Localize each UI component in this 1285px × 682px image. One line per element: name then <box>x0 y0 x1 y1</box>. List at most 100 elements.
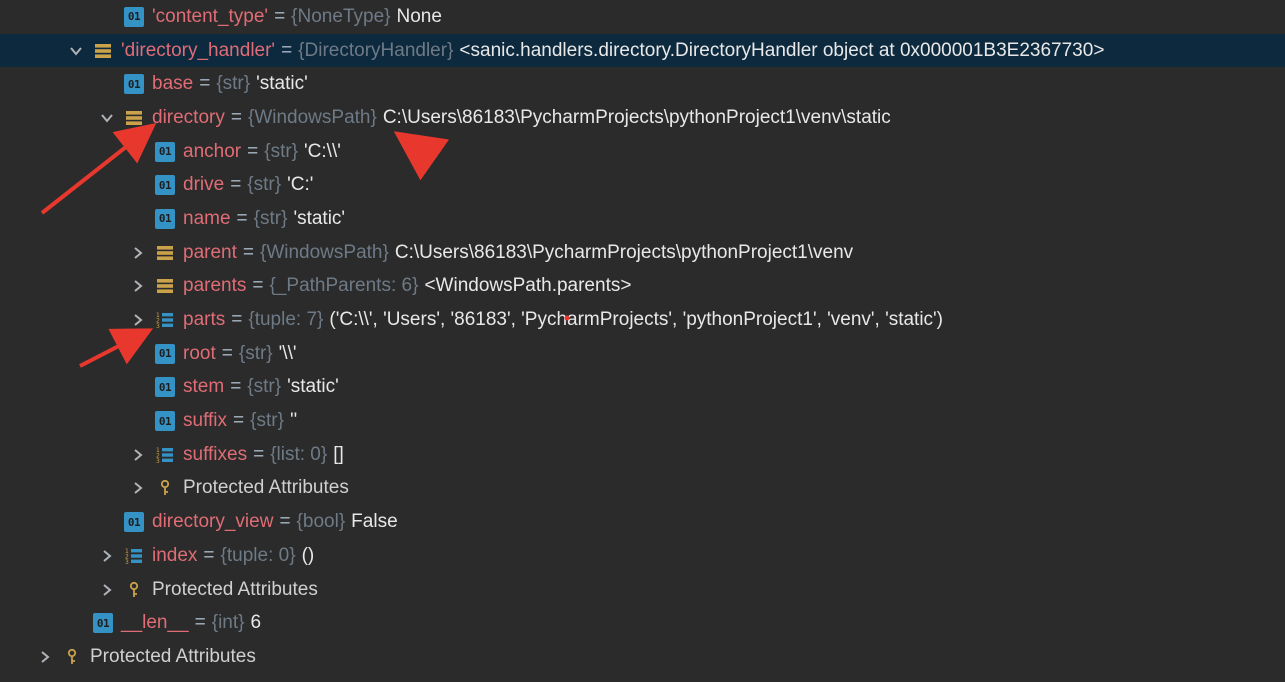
equals-sign: = <box>281 39 293 61</box>
variable-row[interactable]: 01 root = {str} '\\' <box>0 337 1285 371</box>
variable-type: {int} <box>211 612 245 634</box>
object-icon <box>155 243 175 263</box>
variable-type: {NoneType} <box>291 5 391 27</box>
variable-row[interactable]: Protected Attributes <box>0 472 1285 506</box>
chevron-down-icon[interactable] <box>65 40 87 62</box>
chevron-down-icon[interactable] <box>96 107 118 129</box>
svg-text:3: 3 <box>125 559 129 566</box>
variable-name: root <box>183 342 216 364</box>
variable-name: 'content_type' <box>152 5 269 27</box>
equals-sign: = <box>242 241 254 263</box>
variable-row[interactable]: directory = {WindowsPath} C:\Users\86183\Py… <box>0 101 1285 135</box>
variable-row[interactable]: 01 suffix = {str} '' <box>0 404 1285 438</box>
variable-row[interactable]: 'directory_handler' = {DirectoryHandler} <s… <box>0 33 1285 68</box>
chevron-right-icon[interactable] <box>96 579 118 601</box>
equals-sign: = <box>252 275 264 297</box>
equals-sign: = <box>194 612 206 634</box>
variable-row[interactable]: 01 anchor = {str} 'C:\\' <box>0 135 1285 169</box>
list-icon: 123 <box>155 445 175 465</box>
variable-type: {str} <box>216 73 251 95</box>
variable-row[interactable]: 01 base = {str}'static' <box>0 67 1285 101</box>
variable-name: suffixes <box>183 443 248 465</box>
primitive-value-icon: 01 <box>124 6 144 27</box>
chevron-right-icon[interactable] <box>127 309 149 331</box>
variable-name: stem <box>183 376 225 398</box>
variable-row[interactable]: Protected Attributes <box>0 640 1285 674</box>
chevron-right-icon[interactable] <box>127 275 149 297</box>
variable-value: 'static' <box>287 376 339 398</box>
variable-type: {tuple: 0} <box>220 544 296 566</box>
key-icon <box>155 478 175 498</box>
variable-type: {list: 0} <box>270 443 328 465</box>
variable-value: False <box>351 511 398 533</box>
variable-value: 'C:' <box>287 174 314 196</box>
variable-row[interactable]: 01 drive = {str} 'C:' <box>0 168 1285 202</box>
variable-name: parts <box>183 309 226 331</box>
variable-type: {tuple: 7} <box>248 309 324 331</box>
variable-name: __len__ <box>121 612 189 634</box>
variable-name: suffix <box>183 410 228 432</box>
variable-type: {bool} <box>296 511 346 533</box>
variable-name: name <box>183 207 231 229</box>
object-icon <box>93 41 113 61</box>
variable-type: {str} <box>238 342 273 364</box>
variable-type: {WindowsPath} <box>247 106 377 128</box>
variable-type: {str} <box>247 174 282 196</box>
variable-value: 'static' <box>256 73 308 95</box>
equals-sign: = <box>279 511 291 533</box>
variable-type: {WindowsPath} <box>259 241 389 263</box>
equals-sign: = <box>231 309 243 331</box>
protected-attributes-label: Protected Attributes <box>90 645 256 667</box>
variable-value: () <box>301 544 315 566</box>
variable-name: anchor <box>183 140 242 162</box>
primitive-value-icon: 01 <box>124 74 144 95</box>
key-icon <box>124 580 144 600</box>
equals-sign: = <box>199 73 211 95</box>
equals-sign: = <box>233 410 245 432</box>
variable-name: 'directory_handler' <box>121 39 276 61</box>
variable-row[interactable]: 1 2 3 suffixes = {list: 0}[] <box>0 438 1285 472</box>
variable-row[interactable]: Protected Attributes <box>0 573 1285 607</box>
chevron-right-icon[interactable] <box>127 242 149 264</box>
variable-type: {str} <box>250 410 284 432</box>
primitive-value-icon: 01 <box>124 512 144 533</box>
variable-row[interactable]: 01 directory_view = {bool} False <box>0 505 1285 539</box>
variable-value: C:\Users\86183\PycharmProjects\pythonPro… <box>382 106 891 128</box>
primitive-value-icon: 01 <box>155 175 175 196</box>
variable-row[interactable]: 01 __len__ = {int} 6 <box>0 606 1285 640</box>
object-icon <box>124 108 144 128</box>
variable-row[interactable]: parents = {_PathParents: 6} <WindowsPath.pa… <box>0 270 1285 304</box>
variable-value: [] <box>333 443 344 465</box>
variable-name: index <box>152 544 198 566</box>
equals-sign: = <box>274 5 286 27</box>
variable-row[interactable]: parent = {WindowsPath} C:\Users\86183\Pycha… <box>0 236 1285 270</box>
variable-value: 6 <box>250 612 262 634</box>
equals-sign: = <box>253 443 265 465</box>
variable-name: parents <box>183 275 247 297</box>
variable-value: C:\Users\86183\PycharmProjects\pythonPro… <box>394 241 854 263</box>
variable-name: base <box>152 73 194 95</box>
equals-sign: = <box>203 544 215 566</box>
equals-sign: = <box>221 342 233 364</box>
variable-row[interactable]: 01 stem = {str}'static' <box>0 371 1285 405</box>
primitive-value-icon: 01 <box>155 343 175 364</box>
variable-row[interactable]: 01 'content_type' = {NoneType} None <box>0 0 1285 34</box>
svg-text:3: 3 <box>156 323 160 330</box>
chevron-right-icon[interactable] <box>127 444 149 466</box>
protected-attributes-label: Protected Attributes <box>152 578 318 600</box>
variable-row[interactable]: 1 2 3 index = {tuple: 0}() <box>0 539 1285 573</box>
chevron-right-icon[interactable] <box>34 646 56 668</box>
debugger-variables-tree: 01'content_type' = {NoneType} None'director… <box>0 0 1285 674</box>
variable-value: <WindowsPath.parents> <box>424 275 632 297</box>
variable-value: 'C:\\' <box>304 140 341 162</box>
primitive-value-icon: 01 <box>155 208 175 229</box>
variable-row[interactable]: 01 name = {str}'static' <box>0 202 1285 236</box>
chevron-right-icon[interactable] <box>127 477 149 499</box>
object-icon <box>155 276 175 296</box>
variable-type: {DirectoryHandler} <box>298 39 454 61</box>
key-icon <box>62 647 82 667</box>
variable-value: <sanic.handlers.directory.DirectoryHandl… <box>459 39 1105 61</box>
variable-name: parent <box>183 241 237 263</box>
chevron-right-icon[interactable] <box>96 545 118 567</box>
variable-row[interactable]: 1 2 3 parts = {tuple: 7} ('C:\\', 'Users', '86… <box>0 303 1285 337</box>
